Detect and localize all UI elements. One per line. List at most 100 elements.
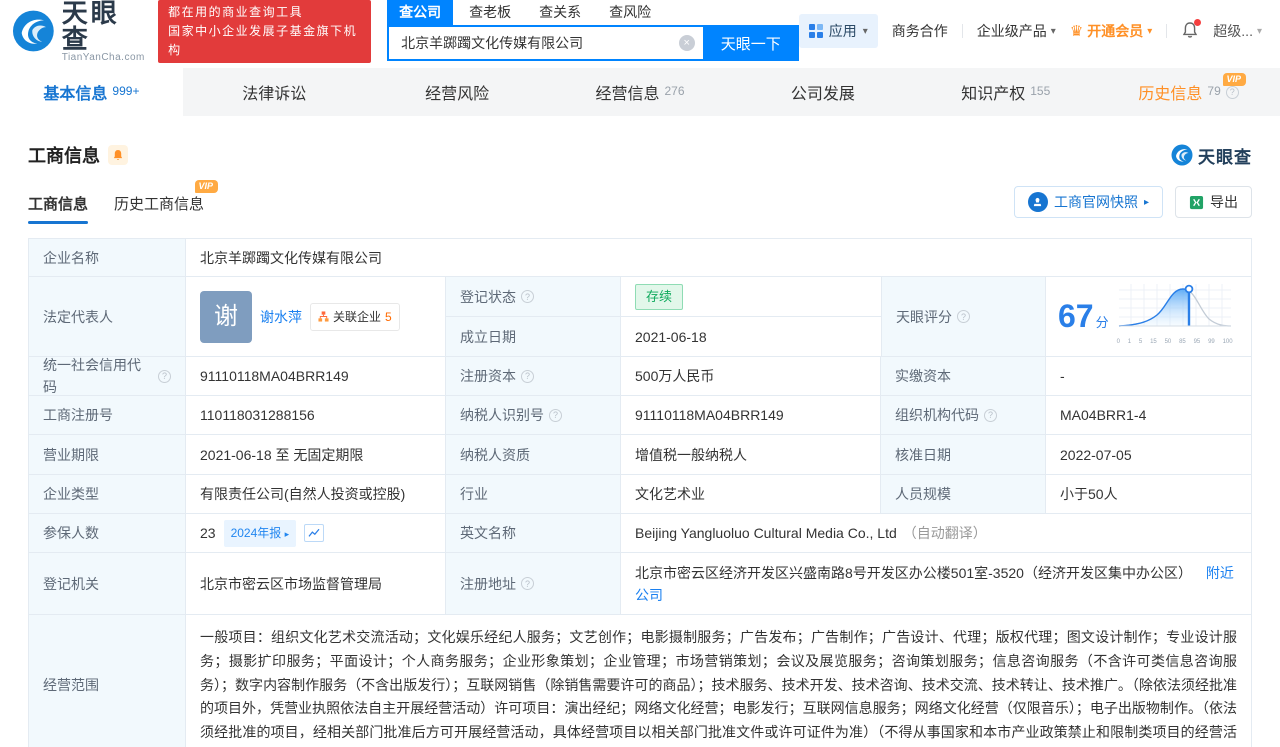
approval-date-value: 2022-07-05 bbox=[1046, 435, 1251, 474]
label-text: 注册地址 bbox=[460, 575, 516, 592]
staff-size-value: 小于50人 bbox=[1046, 475, 1251, 513]
nav-business-cooperation[interactable]: 商务合作 bbox=[892, 21, 948, 41]
label-text: 注册资本 bbox=[460, 368, 516, 384]
bell-icon bbox=[113, 150, 123, 160]
help-icon[interactable]: ? bbox=[521, 290, 534, 303]
chevron-down-icon: ▾ bbox=[1147, 25, 1153, 37]
tab-operating-risk[interactable]: 经营风险 bbox=[366, 68, 549, 116]
field-label-business-term: 营业期限 bbox=[29, 435, 186, 474]
tyc-score-cell[interactable]: 67 分 0 1 5 15 50 85 95 99 100 bbox=[1046, 277, 1251, 356]
field-label-english-name: 英文名称 bbox=[446, 514, 621, 552]
score-value: 67 bbox=[1058, 297, 1094, 334]
trend-chart-icon bbox=[308, 528, 320, 537]
search-tab-relation[interactable]: 查关系 bbox=[527, 0, 593, 25]
apps-label: 应用 bbox=[828, 23, 857, 39]
legal-rep-name-link[interactable]: 谢水萍 bbox=[260, 306, 302, 328]
search-block: 查公司 查老板 查关系 查风险 × 天眼一下 bbox=[387, 0, 799, 61]
user-name: 超级... bbox=[1213, 23, 1253, 39]
help-icon[interactable]: ? bbox=[1225, 85, 1239, 99]
nav-enterprise-products[interactable]: 企业级产品 ▾ bbox=[977, 21, 1056, 41]
user-menu[interactable]: 超级... ▾ bbox=[1213, 21, 1262, 41]
slogan-line1: 都在用的商业查询工具 bbox=[168, 4, 304, 19]
excel-icon bbox=[1189, 195, 1204, 209]
export-label: 导出 bbox=[1210, 194, 1238, 210]
brand-name: 天眼查 bbox=[61, 0, 120, 54]
tab-intellectual-property[interactable]: 知识产权 155 bbox=[914, 68, 1097, 116]
company-type-value: 有限责任公司(自然人投资或控股) bbox=[186, 475, 446, 513]
legal-rep-avatar[interactable]: 谢 bbox=[200, 290, 252, 343]
field-label-legal-rep: 法定代表人 bbox=[29, 277, 186, 356]
subtab-history-business-info[interactable]: 历史工商信息 VIP bbox=[114, 180, 219, 224]
notifications-bell[interactable] bbox=[1181, 18, 1202, 42]
nav-open-vip[interactable]: ♛ 开通会员 ▾ bbox=[1070, 21, 1152, 41]
report-badge-label: 2024年报 bbox=[230, 525, 282, 540]
subtab-business-info[interactable]: 工商信息 bbox=[28, 193, 89, 224]
org-code-value: MA04BRR1-4 bbox=[1046, 396, 1251, 434]
help-icon[interactable]: ? bbox=[521, 369, 534, 383]
related-companies-badge[interactable]: 关联企业 5 bbox=[310, 302, 400, 331]
slogan-line2: 国家中小企业发展子基金旗下机构 bbox=[168, 23, 358, 57]
divider bbox=[1166, 24, 1168, 38]
tab-label: 基本信息 bbox=[43, 86, 108, 103]
search-tab-company[interactable]: 查公司 bbox=[387, 0, 454, 25]
tab-legal-litigation[interactable]: 法律诉讼 bbox=[183, 68, 366, 116]
header-nav: 应用 ▾ 商务合作 企业级产品 ▾ ♛ 开通会员 ▾ 超级... ▾ bbox=[798, 14, 1262, 48]
subtab-label: 历史工商信息 bbox=[114, 196, 205, 213]
tianyancha-logo-icon bbox=[12, 10, 54, 52]
field-label-org-code: 组织机构代码 ? bbox=[881, 396, 1046, 434]
tab-label: 公司发展 bbox=[790, 86, 855, 103]
divider bbox=[961, 24, 963, 38]
reg-number-value: 110118031288156 bbox=[186, 396, 446, 434]
export-button[interactable]: 导出 bbox=[1175, 186, 1252, 218]
official-snapshot-button[interactable]: 工商官网快照 ▸ bbox=[1013, 186, 1163, 218]
search-input-box: × bbox=[387, 25, 703, 61]
label-text: 天眼评分 bbox=[896, 308, 952, 325]
tab-label: 知识产权 bbox=[961, 86, 1026, 103]
search-tab-risk[interactable]: 查风险 bbox=[597, 0, 663, 25]
tab-label: 经营信息 bbox=[595, 86, 660, 103]
search-input[interactable] bbox=[401, 35, 679, 51]
field-label-reg-address: 注册地址 ? bbox=[446, 553, 621, 614]
field-label-paid-capital: 实缴资本 bbox=[881, 357, 1046, 395]
tab-basic-info[interactable]: 基本信息 999+ bbox=[0, 68, 183, 116]
tianyancha-logo[interactable]: 天眼查 TianYanCha.com bbox=[12, 0, 146, 63]
score-axis-labels: 01 5 15 50 85 95 99 100 bbox=[1116, 339, 1233, 345]
search-button[interactable]: 天眼一下 bbox=[702, 25, 799, 61]
tab-operating-info[interactable]: 经营信息 276 bbox=[549, 68, 732, 116]
help-icon[interactable]: ? bbox=[521, 577, 534, 590]
help-icon[interactable]: ? bbox=[549, 408, 562, 422]
taxpayer-quality-value: 增值税一般纳税人 bbox=[621, 435, 881, 474]
business-term-value: 2021-06-18 至 无固定期限 bbox=[186, 435, 446, 474]
section-title: 工商信息 bbox=[28, 146, 100, 166]
crown-icon: ♛ bbox=[1069, 23, 1084, 40]
tab-history-info[interactable]: VIP 历史信息 79 ? bbox=[1097, 68, 1280, 116]
insured-count-cell: 23 2024年报 ▸ bbox=[186, 514, 446, 552]
field-label-establish-date: 成立日期 bbox=[446, 317, 621, 356]
help-icon[interactable]: ? bbox=[158, 369, 171, 383]
tab-label: 经营风险 bbox=[425, 86, 490, 103]
chevron-down-icon: ▾ bbox=[1256, 25, 1262, 37]
top-header: 天眼查 TianYanCha.com 都在用的商业查询工具 国家中小企业发展子基… bbox=[0, 0, 1280, 63]
company-name-value: 北京羊踯躅文化传媒有限公司 bbox=[186, 239, 1251, 276]
tab-company-development[interactable]: 公司发展 bbox=[731, 68, 914, 116]
trend-chart-button[interactable] bbox=[304, 524, 325, 542]
tab-count: 276 bbox=[664, 84, 685, 98]
paid-capital-value: - bbox=[1046, 357, 1251, 395]
reg-address-cell: 北京市密云区经济开发区兴盛南路8号开发区办公楼501室-3520（经济开发区集中… bbox=[621, 553, 1251, 614]
reg-authority-value: 北京市密云区市场监督管理局 bbox=[186, 553, 446, 614]
stamp-icon bbox=[1027, 192, 1048, 212]
clear-icon[interactable]: × bbox=[678, 35, 695, 51]
help-icon[interactable]: ? bbox=[957, 310, 970, 323]
reg-capital-value: 500万人民币 bbox=[621, 357, 881, 395]
related-label: 关联企业 bbox=[333, 309, 382, 324]
monitor-bell-button[interactable] bbox=[108, 145, 128, 165]
english-name-text: Beijing Yangluoluo Cultural Media Co., L… bbox=[635, 525, 897, 541]
score-unit: 分 bbox=[1095, 314, 1109, 330]
annual-report-badge[interactable]: 2024年报 ▸ bbox=[223, 519, 297, 547]
help-icon[interactable]: ? bbox=[984, 408, 997, 422]
apps-menu[interactable]: 应用 ▾ bbox=[798, 14, 878, 48]
org-chart-icon bbox=[318, 311, 329, 322]
tab-label: 法律诉讼 bbox=[242, 86, 307, 103]
search-tab-boss[interactable]: 查老板 bbox=[457, 0, 523, 25]
slogan-banner: 都在用的商业查询工具 国家中小企业发展子基金旗下机构 bbox=[158, 0, 372, 63]
